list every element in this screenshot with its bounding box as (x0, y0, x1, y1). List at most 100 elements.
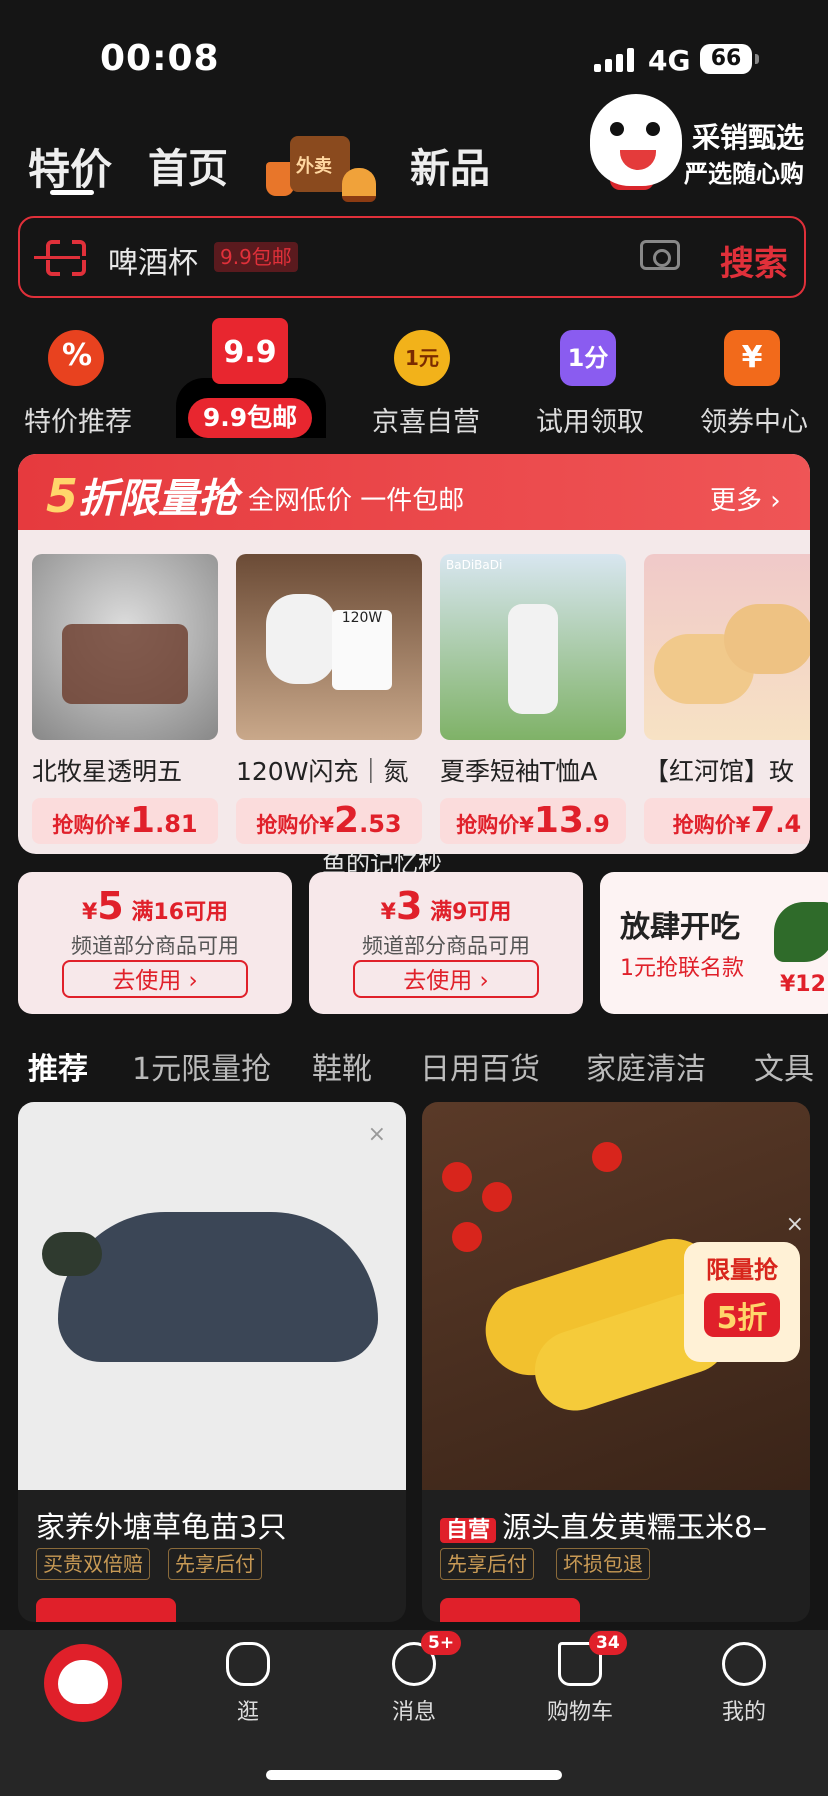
cat-tab[interactable]: 推荐 (28, 1044, 88, 1088)
limited-badge: 限量抢 5折 (684, 1242, 800, 1362)
cat-tab[interactable]: 1元限量抢 (132, 1044, 271, 1088)
tab-waimai[interactable]: 外卖 (266, 128, 376, 202)
promo-card-price: ¥12. (780, 972, 828, 997)
waimai-label: 外卖 (296, 156, 332, 177)
mascot-home-button[interactable] (44, 1644, 122, 1722)
message-badge: 5+ (421, 1631, 462, 1655)
mascot-face-icon (226, 1642, 270, 1686)
tab-new[interactable]: 新品 (410, 136, 490, 194)
search-input[interactable]: 啤酒杯 (108, 238, 198, 282)
promo-card[interactable]: 放肆开吃 1元抢联名款 ¥12. (600, 872, 828, 1014)
jd-mascot-icon[interactable] (590, 94, 682, 186)
channel-coupon-label[interactable]: 领券中心 (700, 400, 808, 439)
coupon-desc: 频道部分商品可用 (362, 934, 530, 958)
coupon-amount: ¥5 满16可用 (81, 884, 229, 928)
coupon-use-button[interactable]: 去使用 › (353, 960, 539, 998)
cat-tab[interactable]: 鞋靴 (312, 1044, 372, 1088)
product-price: 抢购价¥13.9 (440, 798, 626, 844)
product-price: 抢购价¥1.81 (32, 798, 218, 844)
coupon-use-button[interactable]: 去使用 › (62, 960, 248, 998)
promo-card-sub: 1元抢联名款 (620, 956, 744, 981)
tab-messages[interactable]: 5+ 消息 (364, 1631, 464, 1726)
takeout-bag-icon: 外卖 (290, 136, 350, 192)
flash-sale-title: 5折限量抢 (46, 469, 239, 523)
product-name: 北牧星透明五 (32, 757, 183, 786)
coupon-card: ¥5 满16可用 频道部分商品可用 去使用 › (18, 872, 292, 1014)
channel-jingxi-label[interactable]: 京喜自营 (372, 400, 480, 439)
cart-badge: 34 (589, 1631, 627, 1655)
camera-icon[interactable] (640, 240, 680, 270)
feed-tag: 买贵双倍赔 (36, 1548, 150, 1580)
product-price: 抢购价¥2.53 (236, 798, 422, 844)
gift-box-icon: 9.9 (212, 318, 288, 384)
coupon-amount: ¥3 满9可用 (380, 884, 512, 928)
product-price: 抢购价¥7.4 (644, 798, 810, 844)
close-icon[interactable]: × (786, 1212, 804, 1237)
status-time: 00:08 (100, 38, 220, 79)
tab-cart[interactable]: 34 购物车 (530, 1631, 630, 1726)
tab-me[interactable]: 我的 (694, 1642, 794, 1726)
coupon-desc: 频道部分商品可用 (71, 934, 239, 958)
scan-line (34, 256, 80, 259)
feed-card[interactable]: 限量抢 5折 × 自营 源头直发黄糯玉米8– 先享后付 坏损包退 (422, 1102, 810, 1622)
price-badge (36, 1598, 176, 1622)
flash-item[interactable]: 120W 120W闪充｜氮 抢购价¥2.53 (236, 554, 422, 844)
chat-bubble-icon: 5+ (392, 1631, 462, 1686)
search-tag: 9.9包邮 (214, 242, 298, 272)
user-icon (722, 1642, 766, 1686)
product-image (644, 554, 810, 740)
seal-badge-icon: 1元 (394, 330, 450, 386)
flash-item[interactable]: 北牧星透明五 抢购价¥1.81 (32, 554, 218, 844)
home-indicator (266, 1770, 562, 1780)
tab-label: 购物车 (546, 1700, 613, 1725)
fire-percent-icon: % (48, 330, 104, 386)
feed-image: × (18, 1102, 406, 1490)
promo-card-title: 放肆开吃 (620, 910, 740, 945)
tab-home[interactable]: 首页 (148, 136, 228, 194)
cart-icon: 34 (558, 1631, 627, 1686)
signal-icon (594, 48, 634, 72)
feed-card[interactable]: × 家养外塘草龟苗3只 买贵双倍赔 先享后付 (18, 1102, 406, 1622)
promo-line2[interactable]: 严选随心购 (684, 154, 804, 189)
flash-item[interactable]: BaDiBaDi 夏季短袖T恤A 抢购价¥13.9 (440, 554, 626, 844)
cat-tab[interactable]: 日用百货 (420, 1044, 540, 1088)
feed-title: 家养外塘草龟苗3只 (36, 1510, 287, 1544)
tab-guang[interactable]: 逛 (198, 1642, 298, 1726)
product-image: BaDiBaDi (440, 554, 626, 740)
cat-tab[interactable]: 文具 (754, 1044, 814, 1088)
feed-tag: 先享后付 (168, 1548, 262, 1580)
network-type: 4G (648, 44, 691, 77)
close-icon[interactable]: × (368, 1122, 386, 1147)
tab-label: 消息 (391, 1700, 436, 1725)
coupon-card: ¥3 满9可用 频道部分商品可用 去使用 › (309, 872, 583, 1014)
tab-tejia[interactable]: 特价 (28, 136, 112, 197)
product-image (32, 554, 218, 740)
flash-sale-more-link[interactable]: 更多 › (710, 480, 781, 517)
feed-title: 自营 源头直发黄糯玉米8– (440, 1504, 800, 1546)
burger-icon (342, 168, 376, 202)
product-name: 120W闪充｜氮 (236, 757, 409, 786)
search-button[interactable]: 搜索 (720, 236, 788, 285)
product-name: 夏季短袖T恤A (440, 757, 598, 786)
product-image: 120W (236, 554, 422, 740)
price-badge (440, 1598, 580, 1622)
channel-99-label[interactable]: 9.9包邮 (188, 398, 312, 438)
shopping-bag-icon: 1分 (560, 330, 616, 386)
feed-image: 限量抢 5折 × (422, 1102, 810, 1490)
channel-tejia-label[interactable]: 特价推荐 (24, 400, 132, 439)
channel-trial-label[interactable]: 试用领取 (536, 400, 644, 439)
feed-tag: 坏损包退 (556, 1548, 650, 1580)
feed-tag: 先享后付 (440, 1548, 534, 1580)
product-name: 【红河馆】玫 (644, 757, 795, 786)
flash-item[interactable]: 【红河馆】玫 抢购价¥7.4 (644, 554, 810, 844)
cucumber-image (774, 902, 828, 962)
tab-underline (50, 190, 94, 195)
coupon-ticket-icon: ¥ (724, 330, 780, 386)
flash-sale-subtitle: 全网低价 一件包邮 (248, 486, 465, 516)
tab-label: 逛 (236, 1700, 259, 1725)
promo-line1[interactable]: 采销甄选 (692, 116, 804, 156)
search-bar[interactable]: 啤酒杯 9.9包邮 搜索 (18, 216, 806, 298)
battery-icon: 66 (700, 44, 759, 74)
tab-label: 我的 (721, 1700, 766, 1725)
cat-tab[interactable]: 家庭清洁 (586, 1044, 706, 1088)
